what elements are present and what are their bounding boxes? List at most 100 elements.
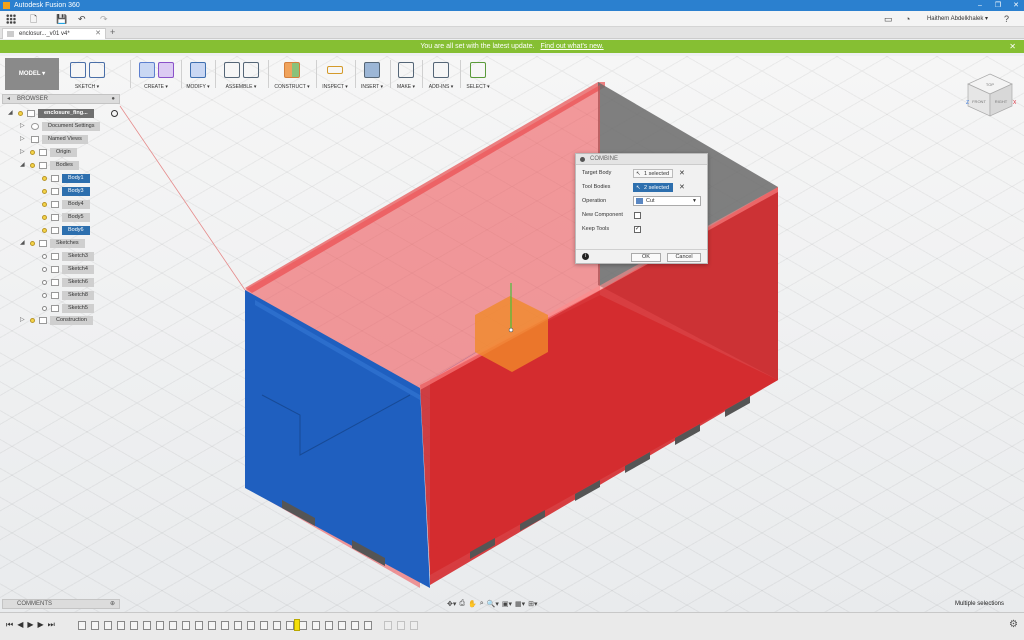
sketch-menu[interactable]: SKETCH ▾	[62, 84, 112, 90]
insert-image-icon[interactable]	[364, 62, 380, 78]
timeline-feature[interactable]	[397, 621, 405, 630]
close-tab-icon[interactable]: ✕	[95, 29, 101, 39]
close-window-button[interactable]: ✕	[1010, 0, 1022, 11]
workspace-switcher[interactable]: MODEL ▾	[5, 58, 59, 90]
pan-icon[interactable]: ✋	[468, 600, 477, 608]
add-ins-menu[interactable]: ADD-INS ▾	[424, 84, 458, 90]
visibility-bulb-icon[interactable]	[42, 254, 47, 259]
construct-group[interactable]: CONSTRUCT ▾	[270, 58, 314, 92]
tool-body-floor[interactable]	[420, 295, 778, 575]
new-component-icon[interactable]	[223, 62, 240, 78]
timeline-feature[interactable]	[221, 621, 229, 630]
dialog-title-bar[interactable]: COMBINE	[576, 154, 707, 165]
pattern-icon[interactable]	[157, 62, 174, 78]
timeline-feature[interactable]	[273, 621, 281, 630]
target-body-panel[interactable]	[245, 290, 430, 588]
timeline-feature[interactable]	[364, 621, 372, 630]
visibility-bulb-icon[interactable]	[30, 163, 35, 168]
expand-icon[interactable]: ▷	[20, 135, 27, 144]
tool-body-translucent[interactable]	[245, 85, 600, 588]
extrude-icon[interactable]	[138, 62, 155, 78]
visibility-bulb-icon[interactable]	[42, 189, 47, 194]
visibility-bulb-icon[interactable]	[42, 267, 47, 272]
viewports-icon[interactable]: ⊞▾	[528, 600, 537, 608]
file-menu-icon[interactable]: 🗋	[30, 14, 37, 24]
zoom-icon[interactable]: ⌕	[480, 600, 484, 608]
zoom-window-icon[interactable]: 🔍▾	[487, 600, 499, 608]
cancel-button[interactable]: Cancel	[667, 253, 701, 262]
go-to-end-icon[interactable]: ⏭	[48, 620, 55, 630]
make-menu[interactable]: MAKE ▾	[392, 84, 420, 90]
new-component-checkbox[interactable]	[634, 212, 641, 219]
timeline-feature[interactable]	[143, 621, 151, 630]
add-comment-icon[interactable]: ⊕	[110, 600, 115, 608]
visibility-bulb-icon[interactable]	[42, 176, 47, 181]
display-settings-icon[interactable]: ▣▾	[502, 600, 512, 608]
timeline-feature[interactable]	[182, 621, 190, 630]
whats-new-link[interactable]: Find out what's new.	[540, 43, 603, 50]
offset-plane-icon[interactable]	[284, 62, 300, 78]
modify-group[interactable]: MODIFY ▾	[184, 58, 212, 92]
canvas-viewport[interactable]	[0, 56, 1024, 612]
comments-panel-header[interactable]: COMMENTS ⊕	[2, 599, 120, 609]
collapse-panel-icon[interactable]: ◂	[7, 95, 10, 103]
panel-pin-icon[interactable]: ●	[111, 95, 115, 103]
manipulator-origin[interactable]	[508, 327, 514, 333]
insert-group[interactable]: INSERT ▾	[357, 58, 387, 92]
expand-icon[interactable]: ▷	[20, 316, 27, 325]
view-cube[interactable]: TOP FRONT RIGHT Z X	[962, 70, 1018, 120]
create-sketch-icon[interactable]	[69, 62, 86, 78]
select-icon[interactable]	[470, 62, 486, 78]
timeline-feature[interactable]	[117, 621, 125, 630]
line-icon[interactable]	[88, 62, 105, 78]
timeline-feature[interactable]	[91, 621, 99, 630]
timeline-feature[interactable]	[104, 621, 112, 630]
inspect-menu[interactable]: INSPECT ▾	[318, 84, 352, 90]
timeline-feature[interactable]	[130, 621, 138, 630]
timeline-marker[interactable]	[294, 619, 300, 631]
ok-button[interactable]: OK	[631, 253, 661, 262]
look-at-icon[interactable]: ⎙	[459, 600, 465, 608]
document-tab[interactable]: enclosur..._v01 v4* ✕	[2, 28, 106, 39]
operation-dropdown[interactable]: Cut ▼	[633, 196, 701, 206]
timeline-feature[interactable]	[260, 621, 268, 630]
orbit-icon[interactable]: ✥▾	[447, 600, 456, 608]
construct-menu[interactable]: CONSTRUCT ▾	[270, 84, 314, 90]
timeline-feature[interactable]	[351, 621, 359, 630]
new-tab-button[interactable]: +	[110, 27, 115, 38]
dialog-collapse-icon[interactable]	[580, 157, 585, 162]
sketch-group[interactable]: SKETCH ▾	[62, 58, 112, 92]
grid-settings-icon[interactable]: ▦▾	[515, 600, 525, 608]
browser-panel-header[interactable]: ◂ BROWSER ●	[2, 94, 120, 104]
play-icon[interactable]: ▶	[27, 620, 33, 630]
joint-icon[interactable]	[242, 62, 259, 78]
timeline-feature[interactable]	[384, 621, 392, 630]
visibility-bulb-icon[interactable]	[42, 228, 47, 233]
user-account-menu[interactable]: Haithem Abdelkhalek ▾	[927, 15, 988, 22]
select-menu[interactable]: SELECT ▾	[462, 84, 494, 90]
assemble-group[interactable]: ASSEMBLE ▾	[218, 58, 264, 92]
visibility-bulb-icon[interactable]	[42, 215, 47, 220]
timeline-feature[interactable]	[325, 621, 333, 630]
collapse-icon[interactable]: ◢	[20, 239, 27, 248]
visibility-bulb-icon[interactable]	[30, 241, 35, 246]
measure-icon[interactable]	[327, 66, 343, 74]
collapse-icon[interactable]: ◢	[8, 109, 15, 118]
timeline-feature[interactable]	[195, 621, 203, 630]
make-group[interactable]: MAKE ▾	[392, 58, 420, 92]
manipulator-gizmo[interactable]	[475, 296, 548, 372]
modify-menu[interactable]: MODIFY ▾	[184, 84, 212, 90]
minimize-button[interactable]: –	[974, 0, 986, 11]
press-pull-icon[interactable]	[190, 62, 206, 78]
scripts-icon[interactable]	[433, 62, 449, 78]
insert-menu[interactable]: INSERT ▾	[357, 84, 387, 90]
visibility-bulb-icon[interactable]	[30, 150, 35, 155]
timeline-feature[interactable]	[247, 621, 255, 630]
timeline-feature[interactable]	[156, 621, 164, 630]
create-group[interactable]: CREATE ▾	[133, 58, 179, 92]
timeline-feature[interactable]	[169, 621, 177, 630]
step-back-icon[interactable]: ◀	[17, 620, 23, 630]
timeline-feature[interactable]	[338, 621, 346, 630]
banner-close-icon[interactable]: ✕	[1009, 40, 1016, 53]
target-body-selector[interactable]: ↖ 1 selected	[633, 169, 673, 178]
